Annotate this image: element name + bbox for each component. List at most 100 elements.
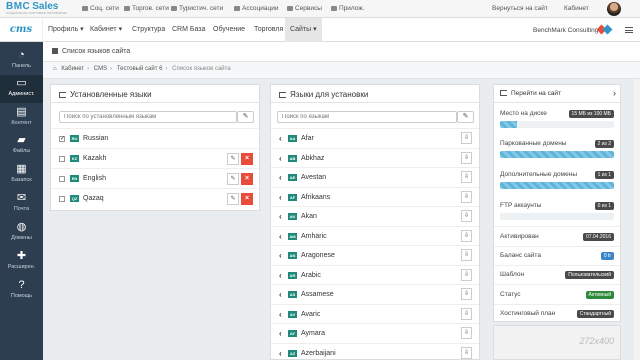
install-language-button[interactable]: ⇩ xyxy=(461,229,472,242)
available-language-row[interactable]: ‹ AB Abkhaz ⇩ xyxy=(271,147,479,168)
goto-site-link[interactable]: Перейти на сайт › xyxy=(494,85,620,103)
pin-icon: ⇩ xyxy=(463,232,470,239)
services-icon xyxy=(287,6,293,11)
nav-structure[interactable]: Структура xyxy=(132,18,165,42)
dashboard-icon: ◔ xyxy=(18,49,25,61)
site-info-panel: Перейти на сайт › Место на диске 15 МБ и… xyxy=(493,84,621,322)
install-language-button[interactable]: ⇩ xyxy=(461,210,472,222)
nav-cabinet[interactable]: Кабинет ▾ xyxy=(90,18,122,42)
available-language-row[interactable]: ‹ AM Amharic ⇩ xyxy=(271,225,479,246)
delete-language-button[interactable]: × xyxy=(241,173,253,185)
edit-language-button[interactable]: ✎ xyxy=(227,193,239,205)
sidebar-item-help[interactable]: ? Помощь xyxy=(0,277,43,305)
available-language-row[interactable]: ‹ AY Aymara ⇩ xyxy=(271,323,479,343)
edit-language-button[interactable]: ✎ xyxy=(227,173,239,185)
default-language-checkbox[interactable] xyxy=(59,176,65,182)
sidebar-item-content[interactable]: ▤ Контент xyxy=(0,104,43,132)
chevron-left-icon[interactable]: ‹ xyxy=(279,329,282,338)
nav-sites[interactable]: Сайты ▾ xyxy=(285,18,322,42)
available-language-row[interactable]: ‹ AA Afar ⇩ xyxy=(271,128,479,148)
available-language-row[interactable]: ‹ AZ Azerbaijani ⇩ xyxy=(271,342,479,360)
available-language-row[interactable]: ‹ AV Avaric ⇩ xyxy=(271,303,479,324)
folder-icon: ▰ xyxy=(17,134,26,146)
delete-language-button[interactable]: × xyxy=(241,153,253,165)
chevron-left-icon[interactable]: ‹ xyxy=(279,173,282,182)
installed-language-row: EN English ✎ × xyxy=(51,168,259,188)
sidebar-item-admin[interactable]: ▭ Админист. xyxy=(0,75,43,103)
avatar[interactable] xyxy=(607,2,621,16)
chevron-left-icon[interactable]: ‹ xyxy=(279,212,282,221)
install-language-button[interactable]: ⇩ xyxy=(461,151,472,164)
nav-training[interactable]: Обучение xyxy=(213,18,245,42)
sidebar-item-database[interactable]: ▦ Базапск xyxy=(0,161,43,189)
top-link-tourism[interactable]: Туристич. сети xyxy=(171,5,223,12)
available-language-row[interactable]: ‹ AK Akan ⇩ xyxy=(271,206,479,226)
nav-trade[interactable]: Торговля xyxy=(254,18,283,42)
sidebar-item-files[interactable]: ▰ Файлы xyxy=(0,132,43,160)
install-language-button[interactable]: ⇩ xyxy=(461,190,472,203)
chevron-left-icon[interactable]: ‹ xyxy=(279,251,282,260)
available-language-row[interactable]: ‹ AS Assamese ⇩ xyxy=(271,284,479,304)
available-search-input[interactable] xyxy=(277,111,457,123)
default-language-checkbox[interactable] xyxy=(59,196,65,202)
install-language-button[interactable]: ⇩ xyxy=(461,132,472,144)
document-icon: ▤ xyxy=(16,106,27,118)
nav-crm[interactable]: CRM База xyxy=(172,18,205,42)
top-link-associations[interactable]: Ассоциации xyxy=(234,5,278,12)
breadcrumb-cabinet[interactable]: Кабинет xyxy=(61,66,84,72)
chevron-left-icon[interactable]: ‹ xyxy=(279,154,282,163)
delete-language-button[interactable]: × xyxy=(241,193,253,205)
available-language-row[interactable]: ‹ AN Aragonese ⇩ xyxy=(271,245,479,265)
language-name: Abkhaz xyxy=(301,154,325,162)
top-link-trade[interactable]: Торгов. сети xyxy=(124,5,169,12)
installed-search-clear-button[interactable]: ✎ xyxy=(237,111,254,123)
cms-logo[interactable]: cms xyxy=(0,18,43,42)
language-name: Akan xyxy=(301,213,317,220)
home-icon: ⌂ xyxy=(53,66,57,72)
available-languages-panel: Языки для установки ✎ ‹ AA Afar ⇩ ‹ AB Abkhaz ⇩… xyxy=(270,84,480,360)
installed-search-input[interactable] xyxy=(59,111,237,123)
hamburger-menu-icon[interactable] xyxy=(625,27,633,33)
chevron-left-icon[interactable]: ‹ xyxy=(279,310,282,319)
ftp-accounts-value: 0 из 1 xyxy=(594,202,614,210)
chevron-left-icon[interactable]: ‹ xyxy=(279,290,282,299)
available-language-row[interactable]: ‹ AF Afrikaans ⇩ xyxy=(271,186,479,207)
edit-language-button[interactable]: ✎ xyxy=(227,153,239,165)
available-search-clear-button[interactable]: ✎ xyxy=(457,111,474,123)
install-language-button[interactable]: ⇩ xyxy=(461,171,472,183)
available-language-row[interactable]: ‹ AE Avestan ⇩ xyxy=(271,167,479,187)
install-language-button[interactable]: ⇩ xyxy=(461,346,472,359)
install-language-button[interactable]: ⇩ xyxy=(461,268,472,281)
sidebar-item-domains[interactable]: ◍ Домены xyxy=(0,219,43,247)
top-link-apps[interactable]: Прилож. xyxy=(331,5,364,12)
language-code-badge: AY xyxy=(288,330,297,337)
install-language-button[interactable]: ⇩ xyxy=(461,249,472,261)
pin-icon: ⇩ xyxy=(463,193,470,200)
language-name: Afar xyxy=(301,135,314,142)
company-selector[interactable]: BenchMark Consulting ▾ xyxy=(533,26,603,34)
page-scrollbar[interactable] xyxy=(634,79,640,360)
sidebar-item-dashboard[interactable]: ◔ Панель xyxy=(0,47,43,75)
chevron-left-icon[interactable]: ‹ xyxy=(279,134,282,143)
top-link-services[interactable]: Сервисы xyxy=(287,5,322,12)
chevron-left-icon[interactable]: ‹ xyxy=(279,232,282,241)
install-language-button[interactable]: ⇩ xyxy=(461,307,472,320)
install-language-button[interactable]: ⇩ xyxy=(461,327,472,339)
pin-icon: ⇩ xyxy=(463,174,470,180)
top-link-social[interactable]: Соц. сети xyxy=(82,5,119,12)
chevron-left-icon[interactable]: ‹ xyxy=(279,349,282,358)
nav-profile[interactable]: Профиль ▾ xyxy=(48,18,84,42)
back-to-site-link[interactable]: Вернуться на сайт xyxy=(492,5,548,12)
available-language-row[interactable]: ‹ AR Arabic ⇩ xyxy=(271,264,479,285)
chevron-left-icon[interactable]: ‹ xyxy=(279,193,282,202)
breadcrumb-cms[interactable]: CMS xyxy=(94,66,107,72)
install-language-button[interactable]: ⇩ xyxy=(461,288,472,300)
default-language-checkbox[interactable] xyxy=(59,156,65,162)
sidebar-item-extensions[interactable]: ✚ Расширен. xyxy=(0,248,43,276)
sidebar-item-mail[interactable]: ✉ Почта xyxy=(0,190,43,218)
breadcrumb-site[interactable]: Тестовый сайт 6 xyxy=(117,66,163,72)
chevron-left-icon[interactable]: ‹ xyxy=(279,271,282,280)
bmc-sales-logo[interactable]: BMC Sales СОЦИАЛЬНО-ТОРГОВАЯ ПЛАТФОРМА xyxy=(6,1,67,15)
cabinet-link[interactable]: Кабинет xyxy=(564,5,589,12)
default-language-checkbox[interactable]: ✓ xyxy=(59,136,65,142)
